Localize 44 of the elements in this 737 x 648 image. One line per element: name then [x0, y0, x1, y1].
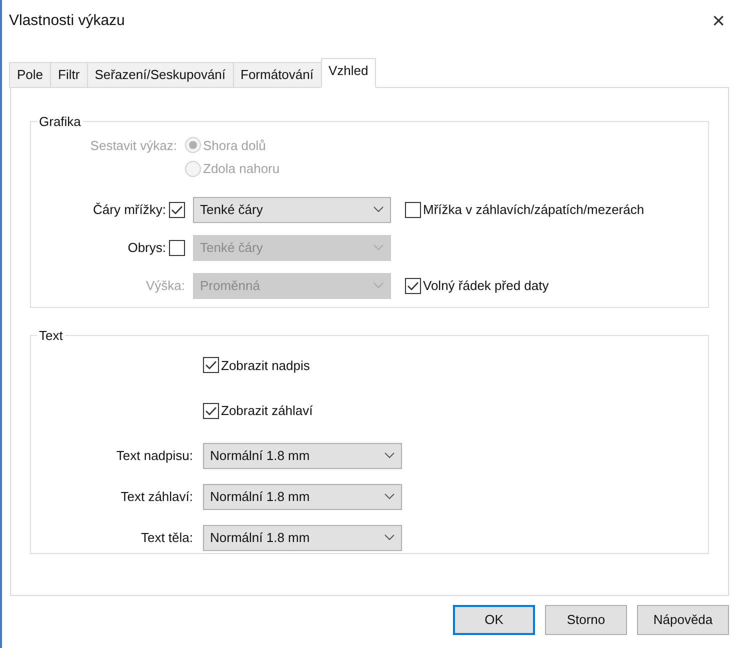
chevron-down-icon [373, 282, 384, 289]
checkbox-label: Zobrazit nadpis [221, 356, 310, 375]
checkbox[interactable] [169, 202, 185, 218]
checkmark-icon [205, 360, 217, 370]
checkbox-label: Mřížka v záhlavích/zápatích/mezerách [423, 200, 644, 219]
field-label: Text nadpisu: [115, 446, 194, 465]
chevron-down-icon [373, 244, 384, 251]
dropdown[interactable]: Tenké čáry [193, 196, 391, 222]
checkmark-icon [407, 280, 419, 290]
dialog-button[interactable]: Nápověda [637, 605, 729, 635]
tab[interactable]: Filtr [50, 62, 88, 88]
chevron-down-icon [384, 452, 395, 459]
checkmark-icon [171, 204, 183, 214]
dropdown[interactable]: Normální 1.8 mm [203, 524, 402, 550]
radio-label: Shora dolů [203, 136, 266, 154]
radio-label: Zdola nahoru [203, 160, 280, 178]
field-label: Sestavit výkaz: [89, 136, 178, 155]
checkbox[interactable] [203, 402, 219, 419]
window-title: Vlastnosti výkazu [9, 10, 125, 31]
close-button[interactable]: × [712, 10, 725, 32]
checkbox[interactable] [405, 202, 421, 218]
checkmark-icon [205, 406, 217, 416]
dropdown[interactable]: Normální 1.8 mm [203, 484, 402, 510]
tab[interactable]: Seřazení/Seskupování [86, 62, 234, 88]
tab[interactable]: Pole [9, 62, 52, 88]
tab[interactable]: Vzhled [320, 58, 376, 88]
checkbox[interactable] [169, 240, 185, 256]
field-label: Text záhlaví: [120, 488, 194, 506]
checkbox-label: Zobrazit záhlaví [221, 402, 313, 420]
dialog-button[interactable]: Storno [545, 605, 627, 635]
chevron-down-icon [384, 534, 395, 541]
group-title: Text [38, 327, 64, 345]
field-label: Text těla: [140, 528, 194, 547]
field-label: Obrys: [128, 238, 166, 257]
group-title: Grafika [38, 113, 82, 131]
tab[interactable]: Formátování [232, 62, 322, 88]
dropdown[interactable]: Normální 1.8 mm [203, 442, 402, 468]
chevron-down-icon [384, 493, 395, 500]
field-label: Čáry mřížky: [93, 200, 166, 219]
field-label: Výška: [146, 276, 185, 295]
checkbox[interactable] [203, 357, 219, 374]
chevron-down-icon [373, 206, 384, 213]
dialog-button[interactable]: OK [453, 605, 535, 635]
checkbox-label: Volný řádek před daty [423, 276, 549, 295]
